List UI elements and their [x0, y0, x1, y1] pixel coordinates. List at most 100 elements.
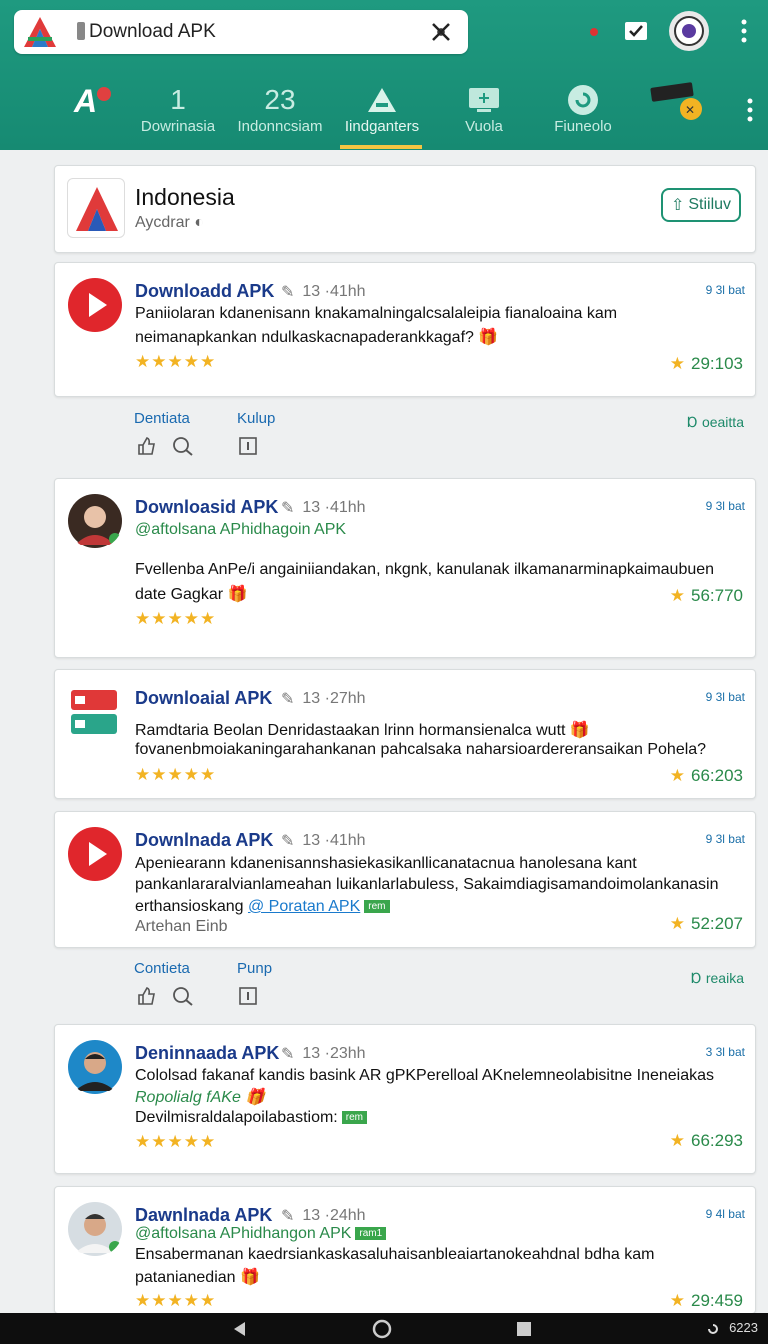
share-icon: ⇧ — [670, 197, 685, 214]
action-link[interactable]: Ɒ oeaitta — [687, 414, 744, 431]
home-icon[interactable] — [372, 1319, 392, 1339]
post-text: Fvellenba AnPe/i angainiiandakan, nkgnk,… — [135, 561, 715, 578]
more-vert-icon[interactable] — [746, 98, 754, 122]
check-box-icon[interactable] — [624, 20, 648, 42]
post-title[interactable]: Downlnada APK — [135, 830, 273, 851]
post-card[interactable]: Downlnada APK ✎ 13 ·41hh 9 3l bat Apeniea… — [54, 811, 756, 948]
avatar — [68, 1202, 122, 1256]
triangle-icon — [368, 88, 396, 112]
action-link[interactable]: Kulup — [237, 410, 275, 427]
avatar[interactable] — [668, 10, 710, 52]
more-vert-icon[interactable] — [740, 18, 748, 44]
settings-button[interactable]: ⇧ Stiiluv — [661, 188, 741, 222]
pencil-icon: ✎ — [281, 691, 295, 708]
post-badge: 9 3l bat — [705, 832, 745, 846]
back-icon[interactable] — [232, 1321, 248, 1337]
post-title[interactable]: Downloasid APK — [135, 497, 278, 518]
rating-count: ★ 29:459 — [669, 1291, 743, 1310]
globe-icon: ◐ — [194, 214, 204, 231]
tag-chip: rem — [341, 1111, 367, 1125]
post-text: Ensabermanan kaedrsiankaskasaluhaisanble… — [135, 1246, 655, 1263]
star-icon: ★ — [669, 354, 685, 373]
tag-chip: rem — [364, 900, 390, 914]
tab-label: Indonncsiam — [237, 118, 323, 135]
tab-device[interactable]: ✕ — [644, 80, 708, 150]
post-title[interactable]: Dawnlnada APK — [135, 1205, 272, 1226]
post-badge: 9 3l bat — [705, 283, 745, 297]
post-handle[interactable]: @aftolsana APhidhagoin APK — [135, 521, 346, 539]
post-card[interactable]: Downloaial APK ✎ 13 ·27hh 9 3l bat Ramdta… — [54, 669, 756, 799]
tab-logo[interactable]: A — [60, 80, 120, 150]
search-icon[interactable] — [172, 986, 194, 1006]
rating-count: ★ 66:203 — [669, 766, 743, 785]
post-link[interactable]: @ Poratan APK — [248, 898, 360, 915]
system-nav-bar: 6223 — [0, 1313, 768, 1344]
tab-vuola[interactable]: Vuola — [446, 80, 522, 150]
rating-stars: ★★★★★ — [135, 609, 217, 628]
rating-stars: ★★★★★ — [135, 765, 217, 784]
post-actions: Dentiata Kulup Ɒ oeaitta — [0, 410, 768, 470]
rotate-icon[interactable] — [706, 1322, 720, 1336]
pencil-icon: ✎ — [281, 833, 295, 850]
action-link[interactable]: Ɒ reaika — [691, 970, 744, 987]
star-icon: ★ — [669, 766, 685, 785]
info-icon[interactable] — [238, 436, 258, 456]
post-text: Paniiolaran kdanenisann knakamalningalcs… — [135, 305, 618, 322]
post-text: pankanlararalvianlameahan luikanlarlabul… — [135, 876, 719, 893]
tab-iindganters[interactable]: Iindganters — [336, 80, 428, 150]
post-card[interactable]: Dawnlnada APK ✎ 13 ·24hh 9 4l bat @aftols… — [54, 1186, 756, 1314]
post-card[interactable]: Downloasid APK ✎ 13 ·41hh 9 3l bat @aftol… — [54, 478, 756, 658]
pencil-icon: ✎ — [281, 284, 295, 301]
tab-label: Iindganters — [344, 118, 420, 135]
pencil-icon: ✎ — [281, 500, 295, 517]
tab-bar: A 1 Dowrinasia 23 Indonncsiam Iindganter… — [0, 80, 768, 150]
post-card[interactable]: Downloadd APK ✎ 13 ·41hh 9 3l bat Paniiol… — [54, 262, 756, 397]
search-input[interactable]: Download APK — [89, 21, 216, 43]
like-icon[interactable] — [136, 436, 156, 456]
pencil-icon: ✎ — [281, 1208, 295, 1225]
tab-dowrinasia[interactable]: 1 Dowrinasia — [130, 80, 226, 150]
post-title[interactable]: Downloaial APK — [135, 688, 272, 709]
post-time: 13 ·24hh — [302, 1207, 366, 1224]
like-icon[interactable] — [136, 986, 156, 1006]
search-icon[interactable] — [172, 436, 194, 456]
action-link[interactable]: Contieta — [134, 960, 190, 977]
app-tile-icon — [71, 690, 117, 734]
svg-text:A: A — [73, 83, 97, 118]
post-badge: 9 3l bat — [705, 499, 745, 513]
bottle-icon — [77, 22, 85, 40]
post-text-line: erthansioskang @ Poratan APK rem — [135, 898, 390, 916]
post-text: Ramdtaria Beolan Denridastaakan lrinn ho… — [135, 722, 590, 739]
active-tab-indicator — [340, 145, 422, 149]
recents-icon[interactable] — [516, 1321, 532, 1337]
post-card[interactable]: Deninnaada APK ✎ 13 ·23hh 3 3l bat Colols… — [54, 1024, 756, 1174]
refresh-icon — [568, 85, 598, 115]
post-text: fovanenbmoiakaningarahankanan pahcalsaka… — [135, 741, 707, 758]
action-link[interactable]: Punp — [237, 960, 272, 977]
play-icon — [68, 827, 122, 881]
page-title: Indonesia — [135, 184, 235, 210]
action-link[interactable]: Dentiata — [134, 410, 190, 427]
group-header-card: Indonesia Aycdrar ◐ ⇧ Stiiluv — [54, 165, 756, 253]
post-handle[interactable]: Ropolialg fAKe 🎁 — [135, 1087, 265, 1107]
post-title[interactable]: Deninnaada APK — [135, 1043, 279, 1064]
post-text: neimanapkankan ndulkaskacnapaderankkagaf… — [135, 329, 499, 346]
star-icon: ★ — [669, 1291, 685, 1310]
star-icon: ★ — [669, 914, 685, 933]
post-time: 13 ·41hh — [302, 832, 366, 849]
avatar — [68, 1040, 122, 1094]
post-title[interactable]: Downloadd APK — [135, 281, 274, 302]
screen-icon — [469, 88, 499, 112]
tab-label: Dowrinasia — [140, 118, 216, 135]
page-subtitle: Aycdrar ◐ — [135, 214, 204, 231]
tab-indonncsiam[interactable]: 23 Indonncsiam — [232, 80, 328, 150]
star-icon: ★ — [669, 1131, 685, 1150]
post-badge: 9 3l bat — [705, 690, 745, 704]
info-icon[interactable] — [238, 986, 258, 1006]
tab-fiuneolo[interactable]: Fiuneolo — [544, 80, 622, 150]
close-icon[interactable] — [428, 19, 454, 45]
record-dot-icon — [590, 28, 598, 36]
system-clock: 6223 — [729, 1320, 758, 1335]
search-box[interactable]: Download APK — [14, 10, 468, 54]
device-icon: ✕ — [650, 82, 702, 120]
